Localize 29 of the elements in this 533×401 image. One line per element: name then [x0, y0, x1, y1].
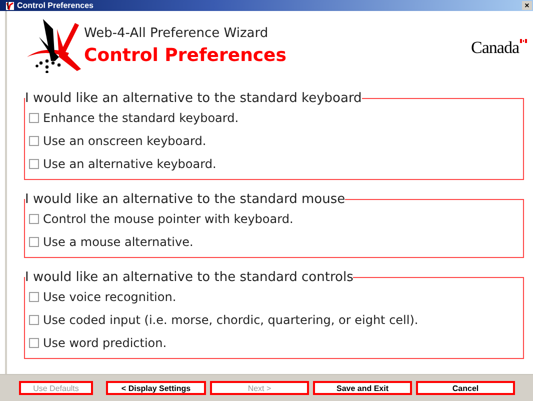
option-label[interactable]: Use an onscreen keyboard. [43, 134, 206, 148]
window-title: Control Preferences [17, 0, 94, 11]
option-label[interactable]: Use word prediction. [43, 336, 167, 350]
checkbox[interactable] [29, 112, 39, 122]
wizard-button[interactable]: < Display Settings [106, 381, 206, 395]
option-label[interactable]: Use voice recognition. [43, 290, 176, 304]
logo-drawing [25, 17, 81, 73]
group-heading: I would like an alternative to the standard mouse [25, 192, 346, 207]
group-heading: I would like an alternative to the standard controls [25, 270, 354, 285]
checkbox[interactable] [29, 314, 39, 324]
close-button[interactable]: × [522, 1, 532, 10]
option-label[interactable]: Enhance the standard keyboard. [43, 110, 239, 124]
checkbox[interactable] [29, 158, 39, 168]
checkbox[interactable] [29, 214, 39, 224]
flag-icon [520, 39, 527, 43]
wizard-button[interactable]: Cancel [416, 381, 515, 395]
group-heading: I would like an alternative to the standard keyboard [25, 91, 362, 106]
wizard-button[interactable]: Save and Exit [313, 381, 412, 395]
page-title: Control Preferences [84, 45, 286, 66]
canada-wordmark: Canada [471, 38, 520, 58]
option-label[interactable]: Use a mouse alternative. [43, 234, 194, 248]
option-label[interactable]: Control the mouse pointer with keyboard. [43, 212, 294, 226]
checkbox[interactable] [29, 236, 39, 246]
option-label[interactable]: Use coded input (i.e. morse, chordic, quartering, or eight cell). [43, 312, 418, 326]
checkbox[interactable] [29, 338, 39, 348]
option-label[interactable]: Use an alternative keyboard. [43, 156, 216, 170]
checkbox[interactable] [29, 136, 39, 146]
checkbox[interactable] [29, 292, 39, 302]
wizard-subtitle: Web-4-All Preference Wizard [84, 26, 270, 41]
